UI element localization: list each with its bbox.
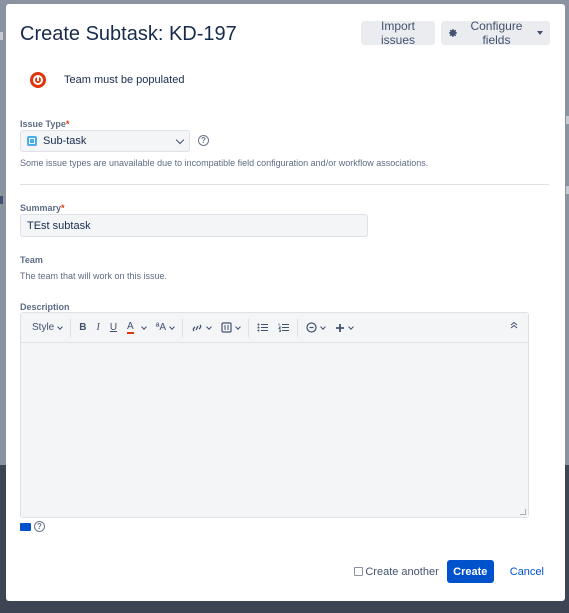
attachment-button[interactable] <box>216 318 245 338</box>
editor-footer: ? <box>20 521 45 532</box>
wiki-markup-icon[interactable] <box>20 522 31 531</box>
divider <box>20 184 549 185</box>
chevron-down-icon <box>206 323 212 330</box>
import-issues-button[interactable]: Import issues <box>361 19 435 47</box>
issue-type-value: Sub-task <box>43 135 87 147</box>
cancel-button[interactable]: Cancel <box>502 566 552 578</box>
bullet-list-icon <box>257 323 269 332</box>
collapse-toolbar-icon[interactable] <box>510 321 518 329</box>
team-help: The team that will work on this issue. <box>20 271 168 281</box>
description-editor: Style B I U A ªA <box>20 312 529 518</box>
create-another-toggle[interactable]: Create another <box>354 565 439 578</box>
create-subtask-dialog: Create Subtask: KD-197 Import issues Con… <box>6 4 565 601</box>
style-label: Style <box>32 322 55 333</box>
chevron-down-icon <box>175 135 185 144</box>
emoji-button[interactable] <box>301 318 330 338</box>
error-text: Team must be populated <box>64 74 185 86</box>
create-another-checkbox[interactable] <box>354 567 364 576</box>
summary-label-text: Summary <box>20 203 62 213</box>
required-mark: * <box>65 119 70 129</box>
text-size-icon: ªA <box>155 322 167 333</box>
backdrop-edge-mark <box>0 32 3 40</box>
link-button[interactable] <box>186 318 216 338</box>
help-icon[interactable]: ? <box>34 521 45 532</box>
issue-type-label-text: Issue Type <box>20 119 66 129</box>
toolbar-separator <box>182 318 184 337</box>
numbered-list-icon <box>278 323 290 332</box>
error-message: Team must be populated <box>30 72 184 88</box>
configure-fields-label: Configure fields <box>470 19 523 47</box>
chevron-down-icon <box>348 323 354 330</box>
toolbar-separator <box>70 318 72 337</box>
subtask-icon <box>27 136 37 146</box>
required-mark: * <box>61 203 65 213</box>
chevron-down-icon <box>320 323 326 330</box>
chevron-down-icon <box>140 323 147 330</box>
plus-icon <box>336 323 345 332</box>
text-color-icon: A <box>127 321 134 334</box>
caret-down-icon <box>537 31 543 35</box>
dialog-footer: Create another Create Cancel <box>354 560 552 583</box>
style-dropdown[interactable]: Style <box>27 318 67 338</box>
bullet-list-button[interactable] <box>252 318 273 338</box>
attachment-icon <box>221 322 232 333</box>
import-issues-label: Import issues <box>380 19 415 47</box>
bold-button[interactable]: B <box>74 318 91 338</box>
text-color-button[interactable]: A <box>122 318 151 338</box>
resize-handle[interactable] <box>520 509 526 515</box>
insert-more-button[interactable] <box>330 318 358 338</box>
underline-button[interactable]: U <box>105 318 122 338</box>
issue-type-label: Issue Type* <box>20 119 69 129</box>
text-size-button[interactable]: ªA <box>151 318 179 338</box>
editor-toolbar: Style B I U A ªA <box>21 313 528 343</box>
issue-type-select[interactable]: Sub-task <box>20 130 190 152</box>
description-textarea[interactable] <box>21 343 528 517</box>
summary-label: Summary* <box>20 203 65 213</box>
create-another-label: Create another <box>365 565 439 578</box>
toolbar-separator <box>248 318 250 337</box>
chevron-down-icon <box>57 323 64 330</box>
dialog-title: Create Subtask: KD-197 <box>20 23 237 45</box>
link-icon <box>192 324 202 331</box>
team-label: Team <box>20 255 43 265</box>
help-icon[interactable]: ? <box>198 135 209 146</box>
summary-input[interactable] <box>20 214 368 237</box>
numbered-list-button[interactable] <box>273 318 294 338</box>
chevron-down-icon <box>169 323 175 330</box>
configure-fields-button[interactable]: Configure fields <box>441 19 550 47</box>
backdrop-edge-mark <box>0 196 3 204</box>
issue-type-help: Some issue types are unavailable due to … <box>20 158 429 168</box>
create-button[interactable]: Create <box>446 560 494 583</box>
description-label: Description <box>20 302 70 312</box>
italic-button[interactable]: I <box>91 318 104 338</box>
chevron-down-icon <box>235 323 241 330</box>
toolbar-separator <box>297 318 299 337</box>
error-icon <box>30 72 46 88</box>
emoji-icon <box>306 322 317 333</box>
gear-icon <box>448 28 458 37</box>
